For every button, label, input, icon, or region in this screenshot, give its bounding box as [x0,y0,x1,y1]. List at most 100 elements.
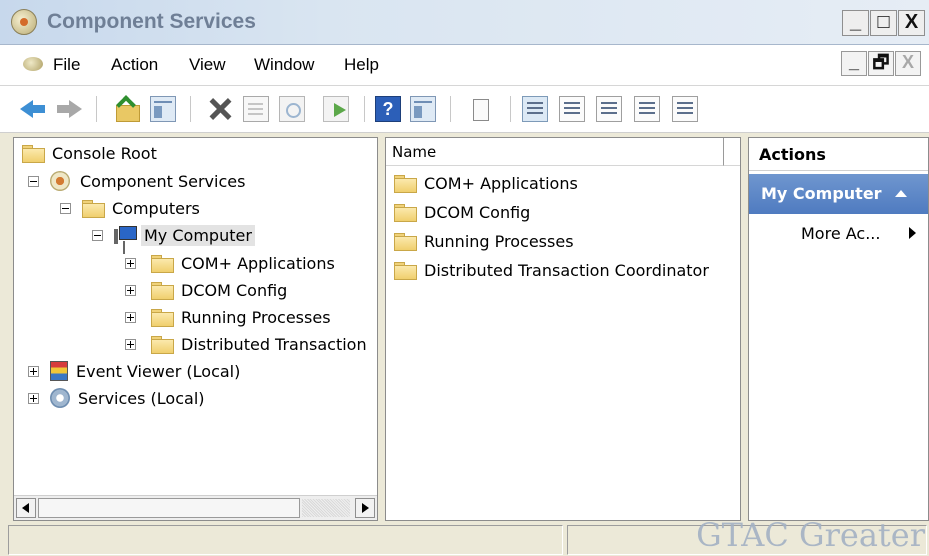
collapse-toggle[interactable] [92,230,103,241]
folder-icon [151,281,174,300]
toolbar-separator [450,96,454,122]
list-item-label: COM+ Applications [424,173,578,193]
up-folder-icon[interactable] [114,96,140,122]
new-window-icon[interactable] [467,96,493,122]
list-item-label: DCOM Config [424,202,531,222]
status-view-icon[interactable] [672,96,698,122]
toolbar-separator [364,96,368,122]
tree-node-component-services[interactable]: Component Services [50,168,245,194]
back-arrow-icon[interactable] [20,96,46,122]
large-icons-icon[interactable] [522,96,548,122]
small-icons-icon[interactable] [559,96,585,122]
delete-icon[interactable] [207,96,233,122]
tree-node-console-root[interactable]: Console Root [22,140,157,166]
scroll-right-button[interactable] [355,498,375,518]
status-bar: GTAC Greater [0,516,929,556]
tree-node-label: Distributed Transaction [181,334,367,354]
actions-header: Actions [749,138,928,171]
title-bar[interactable]: Component Services _ □ X [0,0,929,45]
expand-toggle[interactable] [125,285,136,296]
actions-pane: Actions My Computer More Ac... [748,137,929,521]
console-tree-pane[interactable]: Console Root Component Services Computer… [13,137,378,521]
list-item[interactable]: Distributed Transaction Coordinator [394,257,709,283]
child-restore-button[interactable]: 🗗 [868,51,894,76]
result-list-pane[interactable]: Name COM+ Applications DCOM Config Runni… [385,137,741,521]
expand-toggle[interactable] [125,339,136,350]
menu-action[interactable]: Action [111,55,158,75]
folder-icon [82,199,105,218]
window-title: Component Services [47,10,256,33]
more-actions-item[interactable]: More Ac... [801,224,880,243]
tree-node-com-applications[interactable]: COM+ Applications [151,250,335,276]
toolbar-separator [96,96,100,122]
tree-node-services[interactable]: Services (Local) [50,385,205,411]
collapse-toggle[interactable] [28,176,39,187]
tree-node-my-computer[interactable]: My Computer [114,222,255,248]
help-icon[interactable]: ? [375,96,401,122]
tree-node-label: DCOM Config [181,280,288,300]
menu-help[interactable]: Help [344,55,379,75]
tree-node-computers[interactable]: Computers [82,195,200,221]
expand-toggle[interactable] [28,393,39,404]
menu-view[interactable]: View [189,55,226,75]
actions-group-my-computer[interactable]: My Computer [749,174,928,214]
refresh-icon[interactable] [279,96,305,122]
scroll-thumb[interactable] [38,498,300,518]
toolbar-separator [190,96,194,122]
child-window-controls: _ 🗗 X [841,51,921,76]
tree-node-label: Running Processes [181,307,331,327]
expand-toggle[interactable] [125,312,136,323]
tree-node-event-viewer[interactable]: Event Viewer (Local) [50,358,240,384]
folder-icon [394,174,417,193]
folder-icon [151,335,174,354]
component-services-app-icon[interactable] [11,9,37,35]
expand-toggle[interactable] [125,258,136,269]
folder-icon [151,308,174,327]
tree-node-label: Component Services [80,171,246,191]
actions-group-title: My Computer [761,184,882,203]
list-icon[interactable] [596,96,622,122]
child-minimize-button[interactable]: _ [841,51,867,76]
system-menu-icon[interactable] [23,57,43,71]
tree-node-label: My Computer [141,224,255,246]
component-services-window: Component Services _ □ X File Action Vie… [0,0,929,556]
window-maximize-button[interactable]: □ [870,10,897,36]
show-hide-action-pane-icon[interactable] [410,96,436,122]
tree-node-label: Services (Local) [78,388,205,408]
window-controls: _ □ X [842,10,925,36]
tree-node-dcom-config[interactable]: DCOM Config [151,277,287,303]
event-viewer-icon [50,361,68,381]
scroll-left-button[interactable] [16,498,36,518]
expand-toggle[interactable] [28,366,39,377]
list-item[interactable]: DCOM Config [394,199,530,225]
scroll-track[interactable] [302,499,350,517]
folder-icon [394,261,417,280]
forward-arrow-icon[interactable] [56,96,82,122]
watermark-text: GTAC Greater [696,516,925,554]
list-item[interactable]: COM+ Applications [394,170,578,196]
status-segment [8,525,563,555]
window-minimize-button[interactable]: _ [842,10,869,36]
horizontal-scrollbar[interactable] [14,495,377,520]
submenu-arrow-icon [909,227,916,239]
tree-node-label: Computers [112,198,200,218]
tree-node-distributed-transaction[interactable]: Distributed Transaction [151,331,367,357]
list-item[interactable]: Running Processes [394,228,574,254]
folder-icon [151,254,174,273]
detail-icon[interactable] [634,96,660,122]
collapse-toggle[interactable] [60,203,71,214]
toolbar-separator [510,96,514,122]
child-close-button[interactable]: X [895,51,921,76]
properties-icon[interactable] [243,96,269,122]
show-hide-console-tree-icon[interactable] [150,96,176,122]
folder-icon [394,232,417,251]
tree-node-running-processes[interactable]: Running Processes [151,304,331,330]
menu-window[interactable]: Window [254,55,314,75]
window-close-button[interactable]: X [898,10,925,36]
folder-icon [22,144,45,163]
services-icon [50,388,70,408]
export-list-icon[interactable] [323,96,349,122]
menu-file[interactable]: File [53,55,80,75]
column-header-name[interactable]: Name [386,138,724,166]
tree-node-label: Event Viewer (Local) [76,361,241,381]
